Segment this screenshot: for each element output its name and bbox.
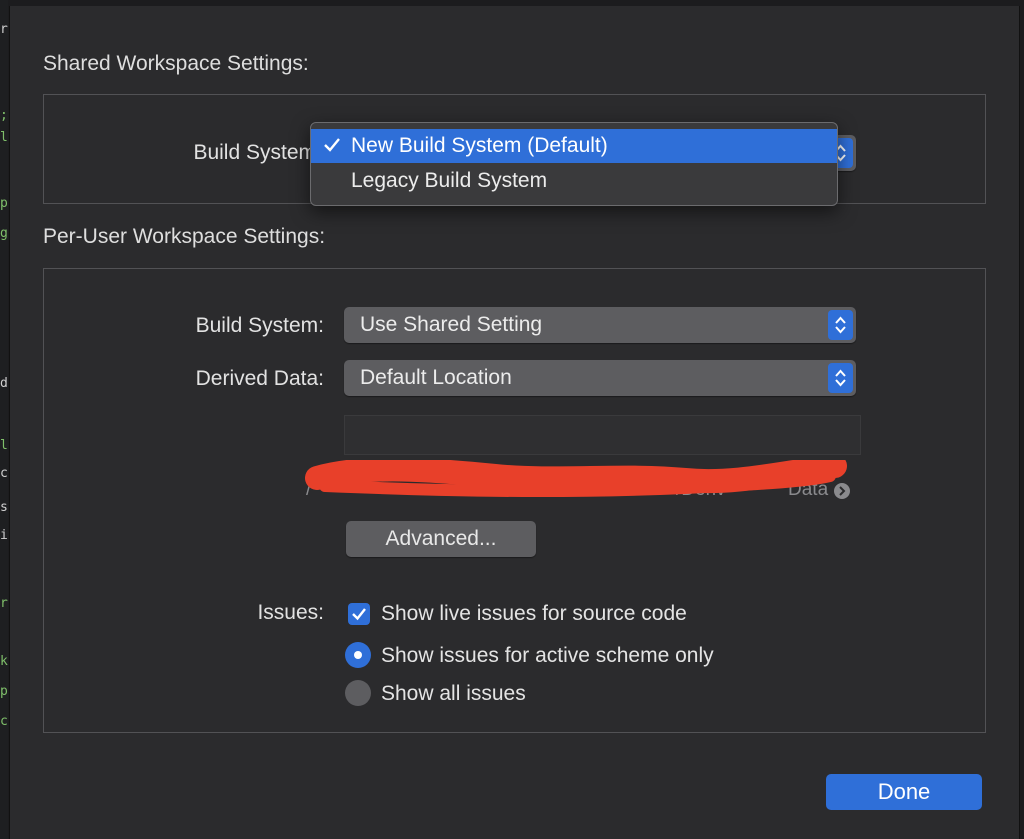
advanced-button[interactable]: Advanced... (346, 521, 536, 557)
editor-edge-glyph: l (0, 130, 8, 145)
editor-edge: r ; l p g d l c s i r k p c (0, 0, 8, 839)
editor-edge-glyph: ; (0, 108, 8, 123)
done-button[interactable]: Done (826, 774, 982, 810)
per-user-settings-box: Build System: Use Shared Setting Derived… (43, 268, 986, 733)
custom-path-field[interactable] (344, 415, 861, 455)
per-user-build-system-label: Build System: (195, 314, 324, 337)
editor-edge-glyph: c (0, 714, 8, 729)
live-issues-label[interactable]: Show live issues for source code (381, 602, 687, 626)
checkmark-icon (324, 138, 340, 152)
editor-edge-glyph: k (0, 654, 8, 669)
editor-edge-glyph: c (0, 466, 8, 481)
popup-stepper-icon (828, 363, 853, 393)
checkmark-icon (352, 608, 366, 621)
derived-data-label: Derived Data: (195, 367, 324, 390)
shared-settings-title: Shared Workspace Settings: (43, 52, 309, 75)
menu-item-legacy-build-system[interactable]: Legacy Build System (311, 164, 837, 198)
derived-data-popup[interactable]: Default Location (344, 360, 856, 396)
editor-edge-glyph: l (0, 438, 8, 453)
per-user-settings-title: Per-User Workspace Settings: (43, 225, 326, 248)
popup-stepper-icon (828, 310, 853, 340)
menu-item-new-build-system[interactable]: New Build System (Default) (311, 129, 837, 163)
all-issues-radio[interactable] (345, 680, 371, 706)
editor-edge-glyph: r (0, 22, 8, 37)
menu-item-label: New Build System (Default) (351, 134, 608, 157)
build-system-menu: New Build System (Default) Legacy Build … (310, 122, 838, 206)
shared-build-system-label: Build System (193, 141, 316, 164)
editor-edge-glyph: r (0, 596, 8, 611)
issues-label: Issues: (257, 601, 324, 624)
editor-edge-glyph: p (0, 196, 8, 211)
per-user-build-system-value: Use Shared Setting (360, 313, 543, 336)
redaction-scribble (305, 460, 847, 498)
per-user-build-system-popup[interactable]: Use Shared Setting (344, 307, 856, 343)
editor-edge-glyph: g (0, 226, 8, 241)
editor-edge-glyph: p (0, 684, 8, 699)
active-scheme-radio[interactable] (345, 642, 371, 668)
live-issues-checkbox[interactable] (348, 603, 370, 625)
derived-data-value: Default Location (360, 366, 512, 389)
editor-edge-glyph: i (0, 528, 8, 543)
all-issues-label[interactable]: Show all issues (381, 682, 526, 706)
editor-edge-glyph: d (0, 376, 8, 391)
active-scheme-label[interactable]: Show issues for active scheme only (381, 644, 714, 668)
menu-item-label: Legacy Build System (351, 169, 548, 192)
editor-edge-glyph: s (0, 500, 8, 515)
